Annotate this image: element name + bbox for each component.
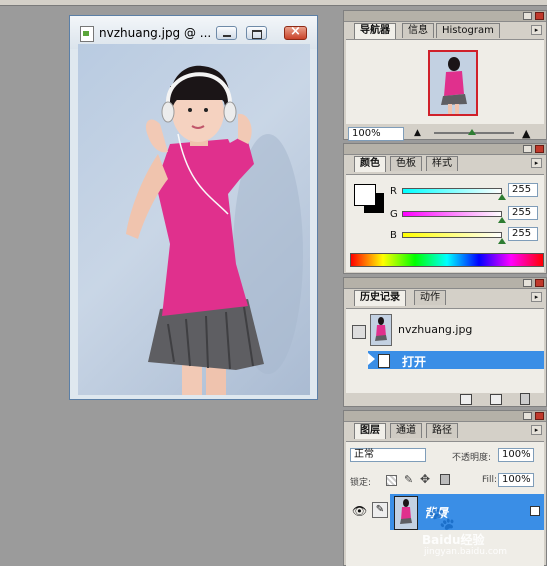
- history-state-marker[interactable]: [368, 353, 375, 365]
- panel-close-button[interactable]: [535, 145, 544, 153]
- watermark-brand: Baidu经验: [422, 533, 485, 547]
- snapshot-image: [375, 317, 387, 341]
- photo-girl-pink-shirt: [126, 65, 303, 395]
- document-window[interactable]: nvzhuang.jpg @ ...: [69, 15, 318, 400]
- panel-titlebar[interactable]: [344, 144, 546, 155]
- layer-thumbnail-image: [400, 499, 412, 524]
- layer-lock-icon: [530, 506, 540, 516]
- channel-b-slider[interactable]: [402, 232, 502, 238]
- document-icon: [378, 354, 390, 368]
- top-menu-strip: [0, 0, 547, 6]
- fill-field[interactable]: 100%: [498, 473, 534, 487]
- navigator-panel: 导航器 信息 Histogram ▸ 100% ▲ ▲: [343, 10, 547, 141]
- channel-b-thumb[interactable]: [498, 238, 506, 244]
- channel-b-label: B: [390, 230, 397, 241]
- panel-menu-button[interactable]: ▸: [531, 292, 542, 302]
- history-body: nvzhuang.jpg 打开: [346, 308, 544, 393]
- zoom-out-icon[interactable]: ▲: [414, 128, 421, 138]
- panel-menu-button[interactable]: ▸: [531, 425, 542, 435]
- panel-minimize-button[interactable]: [523, 279, 532, 287]
- tab-info[interactable]: 信息: [402, 23, 434, 38]
- history-snapshot-name[interactable]: nvzhuang.jpg: [398, 323, 472, 336]
- channel-r-slider[interactable]: [402, 188, 502, 194]
- snapshot-brush-icon[interactable]: [352, 325, 366, 339]
- panel-minimize-button[interactable]: [523, 12, 532, 20]
- history-snapshot-thumbnail[interactable]: [370, 314, 392, 346]
- panel-titlebar[interactable]: [344, 278, 546, 289]
- channel-r-label: R: [390, 186, 397, 197]
- tab-color[interactable]: 颜色: [354, 156, 386, 172]
- history-step-label: 打开: [402, 355, 427, 369]
- file-icon: [80, 26, 94, 42]
- panel-titlebar[interactable]: [344, 11, 546, 22]
- panel-menu-button[interactable]: ▸: [531, 158, 542, 168]
- channel-g-label: G: [390, 209, 398, 220]
- navigator-view-box[interactable]: [428, 50, 478, 116]
- lock-move-icon[interactable]: ✥: [420, 472, 430, 486]
- lock-transparency-icon[interactable]: [386, 475, 397, 486]
- opacity-field[interactable]: 100%: [498, 448, 534, 462]
- lock-label: 锁定:: [350, 478, 372, 488]
- foreground-color-swatch[interactable]: [354, 184, 376, 206]
- tab-layers[interactable]: 图层: [354, 423, 386, 439]
- channel-b-field[interactable]: 255: [508, 227, 538, 241]
- channel-g-slider[interactable]: [402, 211, 502, 217]
- tab-styles[interactable]: 样式: [426, 156, 458, 171]
- panel-titlebar[interactable]: [344, 411, 546, 422]
- lock-all-icon[interactable]: [440, 474, 450, 485]
- channel-r-thumb[interactable]: [498, 194, 506, 200]
- new-document-icon[interactable]: [460, 394, 472, 405]
- panel-close-button[interactable]: [535, 412, 544, 420]
- tab-history[interactable]: 历史记录: [354, 290, 406, 306]
- tab-navigator[interactable]: 导航器: [354, 23, 396, 39]
- history-step-open[interactable]: 打开: [368, 351, 544, 369]
- channel-r-field[interactable]: 255: [508, 183, 538, 197]
- panel-menu-button[interactable]: ▸: [531, 25, 542, 35]
- layer-thumbnail: [394, 496, 418, 530]
- zoom-field[interactable]: 100%: [348, 127, 404, 141]
- color-body: R 255 G 255 B 255: [346, 174, 544, 272]
- navigator-body: [346, 39, 544, 124]
- tab-paths[interactable]: 路径: [426, 423, 458, 438]
- history-panel: 历史记录 动作 ▸ nvzhuang.jpg 打开: [343, 277, 547, 407]
- channel-g-thumb[interactable]: [498, 217, 506, 223]
- tab-histogram[interactable]: Histogram: [436, 23, 500, 38]
- brush-icon[interactable]: ✎: [372, 502, 388, 518]
- tab-actions[interactable]: 动作: [414, 290, 446, 305]
- zoom-slider-thumb[interactable]: [468, 129, 476, 135]
- watermark-logo: 🐾: [428, 507, 456, 532]
- channel-g-field[interactable]: 255: [508, 206, 538, 220]
- maximize-button[interactable]: [246, 26, 267, 40]
- navigator-thumbnail: [441, 57, 467, 114]
- panel-minimize-button[interactable]: [523, 412, 532, 420]
- watermark-url: jingyan.baidu.com: [424, 547, 508, 557]
- lock-brush-icon[interactable]: ✎: [404, 473, 413, 486]
- image-canvas[interactable]: [78, 44, 310, 395]
- opacity-label: 不透明度:: [452, 453, 492, 463]
- fill-label: Fill:: [482, 475, 498, 485]
- eye-icon[interactable]: 👁: [352, 504, 367, 518]
- close-button[interactable]: [284, 24, 307, 40]
- zoom-in-icon[interactable]: ▲: [522, 127, 530, 140]
- color-spectrum-bar[interactable]: [350, 253, 544, 267]
- blend-mode-select[interactable]: 正常: [350, 448, 426, 462]
- tab-swatches[interactable]: 色板: [390, 156, 422, 171]
- panel-close-button[interactable]: [535, 12, 544, 20]
- minimize-button[interactable]: [216, 26, 237, 40]
- document-title: nvzhuang.jpg @ ...: [99, 26, 212, 40]
- color-panel: 颜色 色板 样式 ▸ R 255 G 255 B 255: [343, 143, 547, 274]
- tab-channels[interactable]: 通道: [390, 423, 422, 438]
- snapshot-icon[interactable]: [490, 394, 502, 405]
- trash-icon[interactable]: [520, 393, 530, 405]
- panel-minimize-button[interactable]: [523, 145, 532, 153]
- panel-close-button[interactable]: [535, 279, 544, 287]
- layers-panel: 图层 通道 路径 ▸ 正常 不透明度: 100% 锁定: ✎ ✥ Fill: 1…: [343, 410, 547, 566]
